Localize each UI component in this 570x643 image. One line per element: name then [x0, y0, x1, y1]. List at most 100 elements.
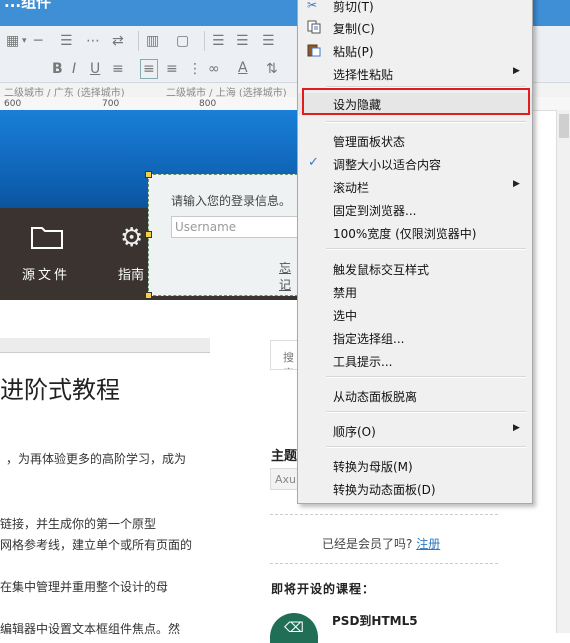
folder-icon[interactable] — [30, 224, 64, 250]
menu-item-disable[interactable]: 禁用 — [298, 281, 532, 303]
divider — [270, 563, 498, 564]
arrow-style-icon[interactable]: ⇄ — [112, 32, 124, 50]
menu-item-label: 禁用 — [333, 286, 358, 300]
style-icon[interactable]: ▦ — [6, 32, 19, 50]
menu-item-convert-master[interactable]: 转换为母版(M) — [298, 455, 532, 477]
bold-icon[interactable]: B — [52, 60, 63, 78]
scrollbar-thumb[interactable] — [559, 114, 569, 138]
text-align-right-icon[interactable]: ≡ — [166, 60, 178, 78]
submenu-arrow-icon: ▶ — [513, 66, 520, 76]
context-menu: ✂ 剪切(T) 复制(C) 粘贴(P) 选择性粘贴 ▶ 设为隐藏 管理面板状态 … — [297, 0, 533, 504]
menu-item-paste[interactable]: 粘贴(P) — [298, 40, 532, 62]
toolbar-divider — [204, 31, 205, 51]
menu-item-label: 管理面板状态 — [333, 135, 406, 149]
align-left-icon[interactable]: ☰ — [212, 32, 225, 50]
dash-style-icon[interactable]: ⋯ — [86, 32, 100, 50]
fill-color-icon[interactable]: ▥ — [146, 32, 159, 50]
line-weight-icon[interactable]: ☰ — [60, 32, 73, 50]
menu-item-label: 复制(C) — [333, 22, 375, 36]
toolbar-divider — [138, 31, 139, 51]
vertical-scrollbar[interactable] — [556, 110, 570, 633]
menu-item-label: 滚动栏 — [333, 181, 370, 195]
ruler-tick: 800 — [199, 99, 217, 109]
menu-item-selection-group[interactable]: 指定选择组... — [298, 327, 532, 349]
body-text-line: 网格参考线，建立单个或所有页面的 — [0, 538, 193, 552]
chevron-down-icon[interactable]: ▾ — [22, 32, 27, 50]
underline-icon[interactable]: U — [90, 60, 100, 78]
topic-heading: 主题 — [271, 449, 298, 464]
topic-select[interactable]: Axur — [270, 468, 298, 490]
window-title: ...组件 — [4, 0, 52, 11]
text-align-left-icon[interactable]: ≡ — [112, 60, 124, 78]
selection-handle[interactable] — [145, 171, 152, 178]
content-divider-bar — [0, 338, 210, 353]
menu-item-label: 指定选择组... — [333, 332, 405, 346]
italic-icon[interactable]: I — [72, 60, 76, 78]
menu-separator — [326, 376, 526, 378]
menu-item-label: 剪切(T) — [333, 0, 374, 14]
menu-item-cut[interactable]: ✂ 剪切(T) — [298, 0, 532, 17]
menu-item-paste-special[interactable]: 选择性粘贴 ▶ — [298, 63, 532, 85]
menu-item-scrollbars[interactable]: 滚动栏 ▶ — [298, 176, 532, 198]
paste-icon — [307, 44, 321, 57]
menu-item-label: 选择性粘贴 — [333, 68, 394, 82]
menu-item-mouse-style[interactable]: 触发鼠标交互样式 — [298, 258, 532, 280]
bullet-list-icon[interactable]: ⋮ — [188, 60, 202, 78]
nav-guide[interactable]: 指南 — [118, 264, 144, 283]
page-heading: 进阶式教程 — [0, 376, 120, 404]
checkmark-icon: ✓ — [308, 155, 319, 170]
menu-item-label: 转换为母版(M) — [333, 460, 413, 474]
align-center-icon[interactable]: ☰ — [236, 32, 249, 50]
menu-item-label: 顺序(O) — [333, 425, 376, 439]
text-align-center-icon[interactable]: ≡ — [140, 59, 158, 79]
nav-source-files[interactable]: 源文件 — [22, 264, 70, 283]
body-text-line: 编辑器中设置文本框组件焦点。然 — [0, 622, 181, 636]
menu-item-copy[interactable]: 复制(C) — [298, 17, 532, 39]
menu-item-full-width[interactable]: 100%宽度 (仅限浏览器中) — [298, 222, 532, 244]
gear-icon[interactable]: ⚙ — [120, 224, 148, 252]
menu-item-label: 粘贴(P) — [333, 45, 374, 59]
menu-item-label: 调整大小以适合内容 — [333, 158, 442, 172]
menu-item-manage-states[interactable]: 管理面板状态 — [298, 130, 532, 152]
upcoming-courses-heading: 即将开设的课程： — [271, 582, 376, 596]
forgot-link[interactable]: 忘记 — [279, 259, 297, 293]
copy-icon — [307, 20, 321, 34]
selection-handle[interactable] — [145, 231, 152, 238]
link-icon[interactable]: ∞ — [208, 60, 220, 78]
menu-separator — [326, 446, 526, 448]
search-input[interactable]: 搜索 — [270, 340, 300, 370]
highlight-annotation — [302, 88, 530, 115]
body-text-line: ，为再体验更多的高阶学习，成为 — [6, 452, 187, 466]
body-text-line: 链接，并生成你的第一个原型 — [0, 517, 157, 531]
ruler-tick: 700 — [102, 99, 120, 109]
member-prompt: 已经是会员了吗? 注册 — [322, 535, 440, 552]
menu-item-label: 转换为动态面板(D) — [333, 483, 436, 497]
spacing-icon[interactable]: ⇅ — [266, 60, 278, 78]
course-title[interactable]: PSD到HTML5 — [332, 612, 418, 629]
menu-item-selected[interactable]: 选中 — [298, 304, 532, 326]
menu-item-pin-browser[interactable]: 固定到浏览器... — [298, 199, 532, 221]
selection-handle[interactable] — [145, 292, 152, 299]
menu-item-fit-content[interactable]: ✓ 调整大小以适合内容 — [298, 153, 532, 175]
ruler-tick: 600 — [4, 99, 22, 109]
login-dynamic-panel[interactable]: 请输入您的登录信息。 Username 忘记 — [148, 174, 301, 296]
body-text-line: 在集中管理并重用整个设计的母 — [0, 580, 169, 594]
course-icon[interactable]: ⌫ — [270, 613, 318, 643]
line-style-icon[interactable]: ─ — [34, 32, 42, 50]
menu-item-order[interactable]: 顺序(O) ▶ — [298, 420, 532, 442]
text-color-icon[interactable]: A — [238, 59, 248, 77]
menu-item-label: 工具提示... — [333, 355, 393, 369]
menu-separator — [326, 121, 526, 123]
menu-item-detach-panel[interactable]: 从动态面板脱离 — [298, 385, 532, 407]
border-color-icon[interactable]: ▢ — [176, 32, 189, 50]
divider — [270, 514, 498, 515]
submenu-arrow-icon: ▶ — [513, 423, 520, 433]
menu-item-label: 从动态面板脱离 — [333, 390, 418, 404]
menu-item-label: 固定到浏览器... — [333, 204, 417, 218]
menu-item-tooltip[interactable]: 工具提示... — [298, 350, 532, 372]
align-right-icon[interactable]: ☰ — [262, 32, 275, 50]
menu-item-convert-dynamic-panel[interactable]: 转换为动态面板(D) — [298, 478, 532, 500]
username-input[interactable]: Username — [171, 216, 301, 238]
register-link[interactable]: 注册 — [416, 537, 440, 551]
menu-item-label: 选中 — [333, 309, 358, 323]
